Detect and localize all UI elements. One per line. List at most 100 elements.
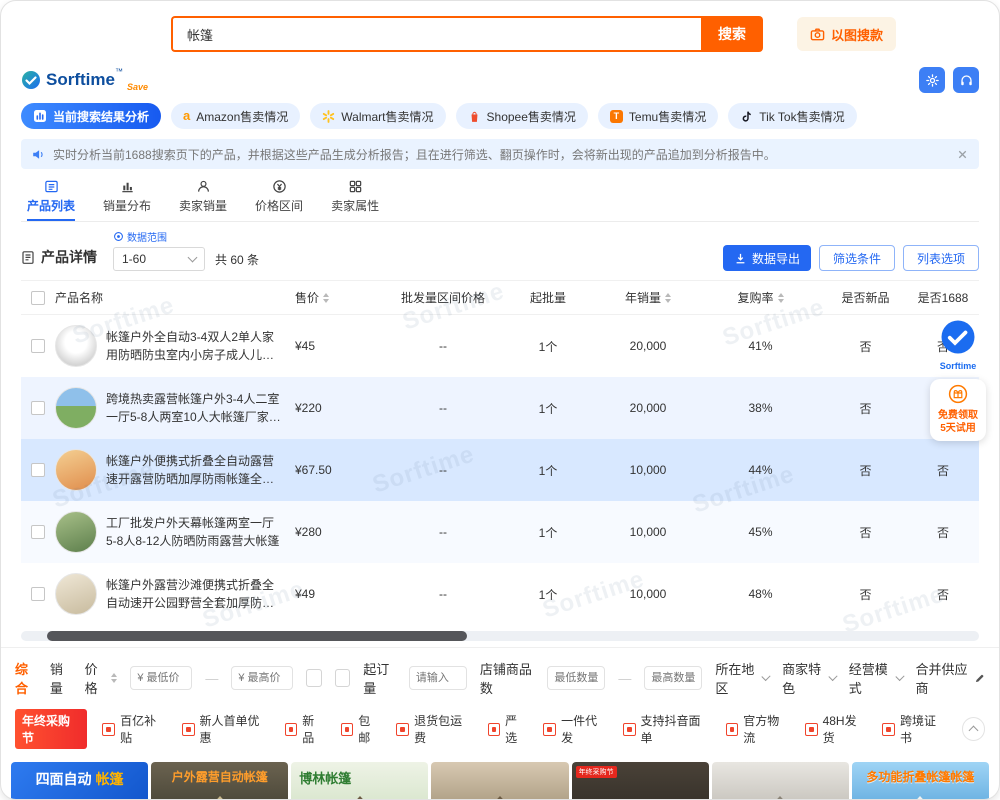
- tab-temu[interactable]: T Temu售卖情况: [598, 103, 718, 129]
- support-button[interactable]: [953, 67, 979, 93]
- is-1688-cell: 否: [913, 586, 973, 603]
- tag-icon: [182, 723, 195, 736]
- row-checkbox[interactable]: [31, 587, 45, 601]
- tab-seller-attributes[interactable]: 卖家属性: [331, 179, 379, 221]
- grid-icon: [348, 179, 363, 194]
- product-name[interactable]: 跨境热卖露营帐篷户外3-4人二室一厅5-8人两室10人大帐篷厂家批发: [106, 390, 283, 426]
- row-checkbox[interactable]: [31, 525, 45, 539]
- merchant-feature-dropdown[interactable]: 商家特色: [782, 659, 836, 697]
- filter-button[interactable]: 筛选条件: [819, 245, 895, 271]
- tag-return-shipping[interactable]: 退货包运费: [396, 712, 472, 746]
- row-checkbox[interactable]: [31, 339, 45, 353]
- business-model-dropdown[interactable]: 经营模式: [849, 659, 903, 697]
- price-min-input[interactable]: [130, 666, 192, 690]
- tag-new-user-discount[interactable]: 新人首单优惠: [182, 712, 270, 746]
- tab-walmart[interactable]: Walmart售卖情况: [310, 103, 445, 129]
- range-value: 1-60: [122, 252, 146, 266]
- tag-48h-delivery[interactable]: 48H发货: [805, 712, 867, 746]
- tag-subsidy[interactable]: 百亿补贴: [102, 712, 166, 746]
- image-search-button[interactable]: 以图搜款: [797, 17, 896, 51]
- ad-card[interactable]: [431, 762, 568, 800]
- tab-product-list[interactable]: 产品列表: [27, 179, 75, 221]
- filter-row-sort: 综合 销量 价格 — 起订量 店铺商品数 — 所在地区 商家特色: [15, 659, 985, 697]
- close-icon[interactable]: [956, 148, 969, 161]
- repurchase-cell: 41%: [703, 339, 818, 353]
- table-row[interactable]: 帐篷户外便携式折叠全自动露营速开露营防晒加厚防雨帐篷全套批发 ¥67.50 --…: [21, 439, 979, 501]
- product-thumbnail[interactable]: [55, 449, 97, 491]
- price-cell: ¥280: [295, 525, 383, 539]
- tab-shopee[interactable]: Shopee售卖情况: [456, 103, 588, 129]
- search-button[interactable]: 搜索: [701, 16, 763, 52]
- tent-graphic: [194, 796, 246, 800]
- tab-seller-sales[interactable]: 卖家销量: [179, 179, 227, 221]
- row-checkbox[interactable]: [31, 401, 45, 415]
- tag-strict-selection[interactable]: 严选: [488, 712, 529, 746]
- free-trial-badge[interactable]: 免费领取 5天试用: [930, 379, 986, 441]
- merge-supplier-toggle[interactable]: 合并供应商: [915, 659, 985, 697]
- collapse-button[interactable]: [962, 717, 985, 741]
- tag-free-shipping[interactable]: 包邮: [341, 712, 382, 746]
- sort-comprehensive[interactable]: 综合: [15, 659, 37, 697]
- tab-label: Walmart售卖情况: [341, 108, 433, 125]
- amazon-icon: a: [183, 109, 190, 122]
- price-cell: ¥220: [295, 401, 383, 415]
- ad-card[interactable]: 四面自动 帐篷 2024年 专注户外 新风尚: [11, 762, 148, 800]
- product-name[interactable]: 帐篷户外全自动3-4双人2单人家用防晒防虫室内小房子成人儿童帐篷: [106, 328, 283, 364]
- product-thumbnail[interactable]: [55, 387, 97, 429]
- ad-card[interactable]: [712, 762, 849, 800]
- select-all-checkbox[interactable]: [31, 291, 45, 305]
- shop-count-min-input[interactable]: [547, 666, 605, 690]
- section-title: 产品详情: [21, 247, 97, 271]
- tag-cross-border-cert[interactable]: 跨境证书: [882, 712, 946, 746]
- ad-card[interactable]: 博林帐篷: [291, 762, 428, 800]
- tab-amazon[interactable]: a Amazon售卖情况: [171, 103, 300, 129]
- search-input[interactable]: [171, 16, 701, 52]
- product-thumbnail[interactable]: [55, 573, 97, 615]
- table-row[interactable]: 帐篷户外露营沙滩便携式折叠全自动速开公园野营全套加厚防雨批发 ¥49 -- 1个…: [21, 563, 979, 625]
- scrollbar-thumb[interactable]: [47, 631, 467, 641]
- table-row[interactable]: 跨境热卖露营帐篷户外3-4人二室一厅5-8人两室10人大帐篷厂家批发 ¥220 …: [21, 377, 979, 439]
- shop-count-max-input[interactable]: [644, 666, 702, 690]
- sort-price[interactable]: 价格: [85, 659, 118, 697]
- sort-sales[interactable]: 销量: [50, 659, 72, 697]
- column-price[interactable]: 售价: [295, 289, 383, 306]
- ad-card[interactable]: 多功能折叠帐篷帐篷: [852, 762, 989, 800]
- sorftime-badge[interactable]: Sorftime: [930, 319, 986, 371]
- person-icon: [196, 179, 211, 194]
- settings-button[interactable]: [919, 67, 945, 93]
- table-row[interactable]: 工厂批发户外天幕帐篷两室一厅5-8人8-12人防晒防雨露营大帐篷 ¥280 --…: [21, 501, 979, 563]
- wholesale-cell: --: [383, 587, 503, 601]
- product-name[interactable]: 帐篷户外露营沙滩便携式折叠全自动速开公园野营全套加厚防雨批发: [106, 576, 283, 612]
- export-button[interactable]: 数据导出: [723, 245, 811, 271]
- ad-card[interactable]: 户外露营自动帐篷: [151, 762, 288, 800]
- tag-douyin-label[interactable]: 支持抖音面单: [623, 712, 711, 746]
- tab-price-range[interactable]: 价格区间: [255, 179, 303, 221]
- range-select[interactable]: 1-60: [113, 247, 205, 271]
- column-repurchase[interactable]: 复购率: [703, 289, 818, 306]
- tab-tiktok[interactable]: Tik Tok售卖情况: [728, 103, 856, 129]
- moq-input[interactable]: [409, 666, 467, 690]
- ad-corner-tag: 年终采购节: [576, 766, 617, 778]
- column-annual-sales[interactable]: 年销量: [593, 289, 703, 306]
- notice-text: 实时分析当前1688搜索页下的产品，并根据这些产品生成分析报告；且在进行筛选、翻…: [53, 146, 776, 163]
- tab-sales-distribution[interactable]: 销量分布: [103, 179, 151, 221]
- ad-card[interactable]: 年终采购节 假双层自动帐: [572, 762, 709, 800]
- tab-current-analysis[interactable]: 当前搜索结果分析: [21, 103, 161, 129]
- table-row[interactable]: 帐篷户外全自动3-4双人2单人家用防晒防虫室内小房子成人儿童帐篷 ¥45 -- …: [21, 315, 979, 377]
- moq-cell: 1个: [503, 400, 593, 417]
- columns-button[interactable]: 列表选项: [903, 245, 979, 271]
- product-name[interactable]: 帐篷户外便携式折叠全自动露营速开露营防晒加厚防雨帐篷全套批发: [106, 452, 283, 488]
- tag-new-product[interactable]: 新品: [285, 712, 326, 746]
- region-dropdown[interactable]: 所在地区: [715, 659, 769, 697]
- grid-view-icon[interactable]: [306, 669, 321, 687]
- tag-dropshipping[interactable]: 一件代发: [543, 712, 607, 746]
- product-thumbnail[interactable]: [55, 325, 97, 367]
- product-name[interactable]: 工厂批发户外天幕帐篷两室一厅5-8人8-12人防晒防雨露营大帐篷: [106, 514, 283, 550]
- list-view-icon[interactable]: [335, 669, 350, 687]
- product-thumbnail[interactable]: [55, 511, 97, 553]
- tag-year-end-festival[interactable]: 年终采购节: [15, 709, 87, 749]
- row-checkbox[interactable]: [31, 463, 45, 477]
- tag-official-logistics[interactable]: 官方物流: [726, 712, 790, 746]
- price-max-input[interactable]: [231, 666, 293, 690]
- trademark-mark: ™: [115, 67, 123, 76]
